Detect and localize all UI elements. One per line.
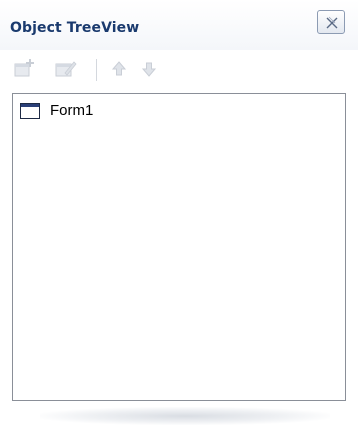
add-item-icon	[14, 59, 34, 77]
form-window-icon	[20, 103, 40, 119]
add-item-button[interactable]	[12, 56, 38, 82]
panel-title: Object TreeView	[10, 20, 140, 36]
object-tree[interactable]: Form1	[12, 93, 346, 401]
toolbar	[0, 52, 358, 92]
toolbar-separator	[96, 59, 97, 81]
tree-item-label: Form1	[50, 102, 94, 119]
object-treeview-panel: Object TreeView Form1	[0, 0, 358, 425]
panel-title-bar: Object TreeView	[0, 0, 358, 50]
move-up-icon	[111, 61, 127, 76]
move-down-icon	[141, 62, 157, 77]
edit-item-button[interactable]	[52, 56, 78, 82]
close-button[interactable]	[317, 10, 345, 34]
close-icon	[326, 16, 338, 29]
move-up-button[interactable]	[106, 56, 132, 82]
panel-bottom-shadow	[40, 407, 330, 425]
edit-item-icon	[55, 61, 77, 77]
move-down-button[interactable]	[136, 56, 162, 82]
